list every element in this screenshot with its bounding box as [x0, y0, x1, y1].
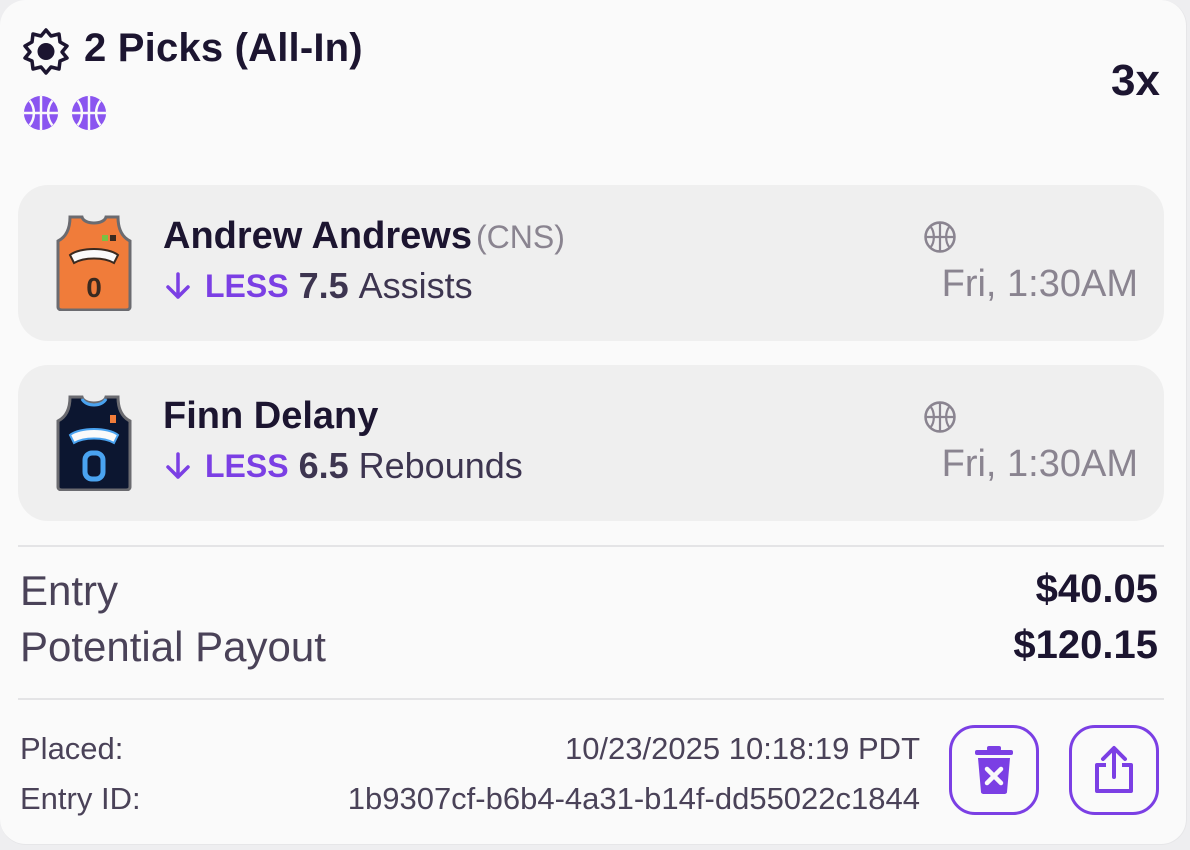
- game-time: Fri, 1:30AM: [941, 263, 1138, 305]
- payout-amount: $120.15: [1013, 623, 1158, 667]
- entry-title: 2 Picks (All-In): [84, 26, 363, 70]
- basketball-icon: [71, 95, 107, 131]
- pick-direction: LESS: [205, 267, 289, 304]
- arrow-down-icon: [166, 272, 190, 299]
- gear-icon: [23, 28, 69, 75]
- basketball-icon: [23, 95, 59, 131]
- arrow-down-icon: [166, 452, 190, 479]
- delete-entry-button[interactable]: [949, 725, 1039, 815]
- stat-line: LESS 6.5 Rebounds: [163, 445, 523, 487]
- pick-card[interactable]: 0 Andrew Andrews (CNS) LESS 7.5 Assists F…: [18, 185, 1164, 341]
- entry-id-label: Entry ID:: [20, 781, 141, 816]
- team-abbr: (CNS): [475, 219, 565, 255]
- basketball-icon: [924, 401, 956, 433]
- entry-card: 2 Picks (All-In) 3x 0 Andrew Andrews (CN…: [0, 0, 1187, 845]
- player-line: Finn Delany: [163, 395, 382, 438]
- stat-line-value: 7.5: [298, 265, 349, 306]
- basketball-icon: [924, 221, 956, 253]
- stat-line-value: 6.5: [298, 445, 349, 486]
- payout-multiplier: 3x: [1111, 56, 1160, 105]
- divider: [18, 698, 1164, 700]
- share-icon: [1095, 746, 1133, 793]
- player-name: Finn Delany: [163, 395, 379, 437]
- pick-card[interactable]: Finn Delany LESS 6.5 Rebounds Fri, 1:30A…: [18, 365, 1164, 521]
- player-line: Andrew Andrews (CNS): [163, 215, 565, 258]
- stat-name: Assists: [358, 265, 473, 306]
- trash-icon: [975, 746, 1013, 794]
- pick-direction: LESS: [205, 447, 289, 484]
- share-entry-button[interactable]: [1069, 725, 1159, 815]
- placed-label: Placed:: [20, 731, 124, 766]
- jersey-number: 0: [86, 272, 102, 303]
- stat-name: Rebounds: [358, 445, 523, 486]
- entry-label: Entry: [20, 567, 119, 614]
- divider: [18, 545, 1164, 547]
- entry-id-value: 1b9307cf-b6b4-4a31-b14f-dd55022c1844: [347, 781, 920, 816]
- jersey-icon: [56, 395, 132, 491]
- payout-label: Potential Payout: [20, 623, 326, 670]
- player-name: Andrew Andrews: [163, 215, 472, 257]
- entry-amount: $40.05: [1035, 567, 1158, 611]
- game-time: Fri, 1:30AM: [941, 443, 1138, 485]
- sport-icons: [22, 94, 108, 132]
- stat-line: LESS 7.5 Assists: [163, 265, 473, 307]
- placed-timestamp: 10/23/2025 10:18:19 PDT: [564, 731, 920, 766]
- jersey-icon: 0: [56, 215, 132, 311]
